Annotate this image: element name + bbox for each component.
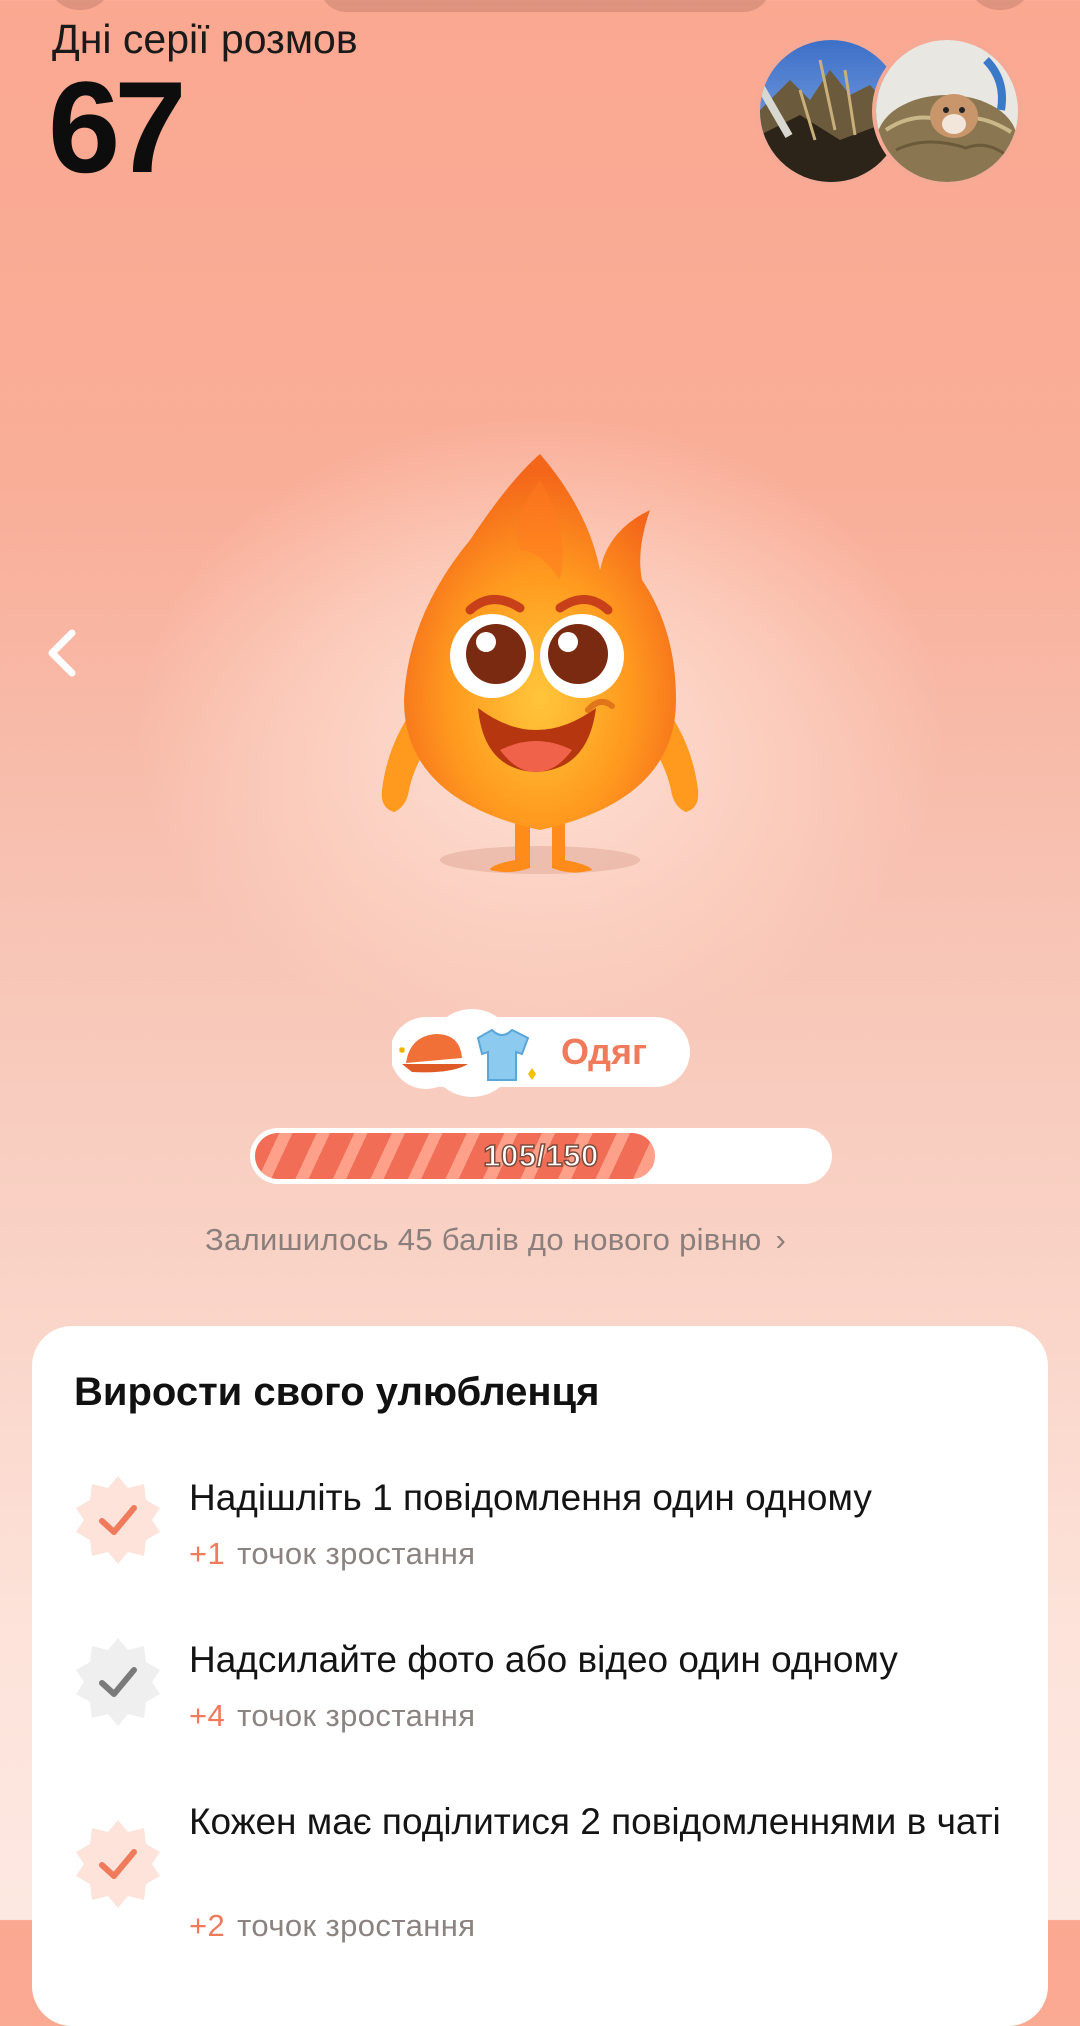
- chevron-left-icon[interactable]: [42, 625, 82, 681]
- streak-count: 67: [48, 54, 187, 200]
- checkmark-badge-icon: [76, 1820, 160, 1908]
- growth-progress-bar: 105/150: [250, 1128, 832, 1184]
- avatar-hamster-photo[interactable]: [872, 36, 1022, 186]
- reward-label: Одяг: [561, 1031, 647, 1072]
- task-points: +4 точок зростання: [189, 1698, 476, 1733]
- chevron-right-icon: ›: [775, 1222, 787, 1257]
- clothes-reward-icon: [392, 1009, 536, 1097]
- task-title: Надішліть 1 повідомлення один одному: [189, 1477, 872, 1518]
- checkmark-badge-icon: [76, 1476, 160, 1564]
- top-left-button[interactable]: [50, 0, 110, 10]
- flame-mascot: [381, 454, 699, 874]
- top-right-button[interactable]: [970, 0, 1030, 10]
- progress-text: 105/150: [482, 1137, 599, 1174]
- card-title: Вирости свого улюбленця: [74, 1370, 600, 1414]
- task-title: Кожен має поділитися 2 повідомленнями в …: [189, 1801, 1001, 1842]
- task-title: Надсилайте фото або відео один одному: [189, 1639, 898, 1680]
- grow-pet-card: Вирости свого улюбленця Надішліть 1 пові…: [32, 1326, 1048, 2026]
- remaining-points-text: Залишилось 45 балів до нового рівню: [205, 1222, 762, 1257]
- remaining-points-link[interactable]: Залишилось 45 балів до нового рівню ›: [205, 1222, 885, 1258]
- top-handle-pill[interactable]: [320, 0, 770, 12]
- task-points: +2 точок зростання: [189, 1908, 476, 1943]
- checkmark-badge-icon: [76, 1638, 160, 1726]
- task-points: +1 точок зростання: [189, 1536, 476, 1571]
